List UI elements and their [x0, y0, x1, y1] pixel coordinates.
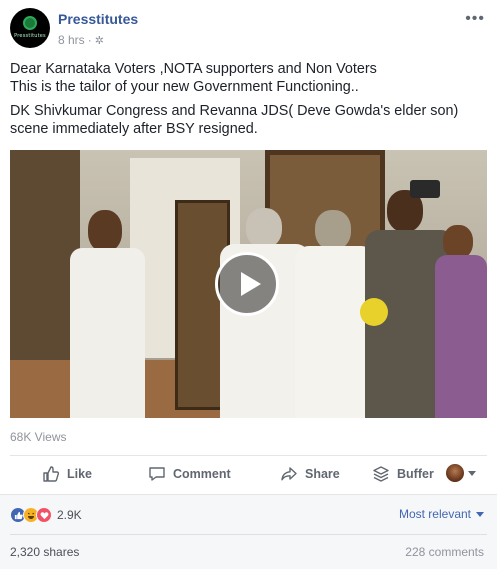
- buffer-label: Buffer: [397, 467, 434, 481]
- play-icon: [241, 272, 261, 296]
- chevron-down-icon: [468, 470, 476, 476]
- love-reaction-icon: [36, 507, 52, 523]
- meta-separator: ·: [87, 33, 92, 47]
- post-text-line: This is the tailor of your new Governmen…: [10, 79, 359, 95]
- video-person: [435, 225, 487, 418]
- play-button[interactable]: [215, 252, 279, 316]
- reactions-panel: 2.9K Most relevant 2,320 shares 228 comm…: [0, 494, 497, 569]
- thumbs-up-icon: [43, 466, 60, 482]
- more-dots-icon[interactable]: •••: [465, 10, 485, 28]
- video-yellow-badge: [360, 298, 388, 326]
- share-label: Share: [305, 467, 340, 481]
- divider: [10, 534, 487, 535]
- post-header: Presstitutes Presstitutes 8 hrs · ✲ •••: [10, 8, 487, 50]
- gear-icon[interactable]: ✲: [95, 34, 104, 47]
- post-text-line: DK Shivkumar Congress and Revanna JDS( D…: [10, 103, 459, 119]
- sort-label: Most relevant: [398, 507, 471, 521]
- identity-selector[interactable]: [446, 464, 476, 482]
- comment-sort-dropdown[interactable]: Most relevant: [399, 507, 484, 521]
- comment-label: Comment: [173, 467, 231, 481]
- chevron-down-icon: [476, 511, 484, 517]
- video-person: [70, 210, 145, 418]
- avatar-logo-text: Presstitutes: [14, 33, 46, 39]
- share-icon: [281, 467, 297, 481]
- post-text-line: scene immediately after BSY resigned.: [10, 121, 258, 137]
- like-button[interactable]: Like: [42, 456, 92, 492]
- share-count[interactable]: 2,320 shares: [10, 545, 79, 559]
- like-label: Like: [67, 467, 93, 481]
- buffer-stack-icon: [373, 466, 389, 482]
- user-avatar: [446, 464, 464, 482]
- video-player[interactable]: [10, 150, 487, 418]
- facebook-post: Presstitutes Presstitutes 8 hrs · ✲ ••• …: [0, 0, 497, 569]
- share-button[interactable]: Share: [280, 456, 340, 492]
- avatar-logo-icon: [23, 16, 37, 30]
- comment-icon: [149, 467, 165, 481]
- reaction-summary[interactable]: 2.9K: [10, 506, 82, 524]
- view-count: 68K Views: [10, 430, 67, 444]
- comment-button[interactable]: Comment: [148, 456, 231, 492]
- page-name[interactable]: Presstitutes: [58, 11, 138, 27]
- page-avatar[interactable]: Presstitutes: [10, 8, 50, 48]
- post-meta: 8 hrs · ✲: [58, 33, 104, 47]
- action-bar: Like Comment Share Buffer: [10, 456, 487, 492]
- video-camera: [410, 180, 440, 198]
- post-timestamp[interactable]: 8 hrs: [58, 33, 85, 47]
- comment-count[interactable]: 228 comments: [405, 545, 484, 559]
- post-text-line: Dear Karnataka Voters ,NOTA supporters a…: [10, 61, 377, 77]
- reaction-count: 2.9K: [57, 508, 82, 522]
- buffer-button[interactable]: Buffer: [372, 456, 434, 492]
